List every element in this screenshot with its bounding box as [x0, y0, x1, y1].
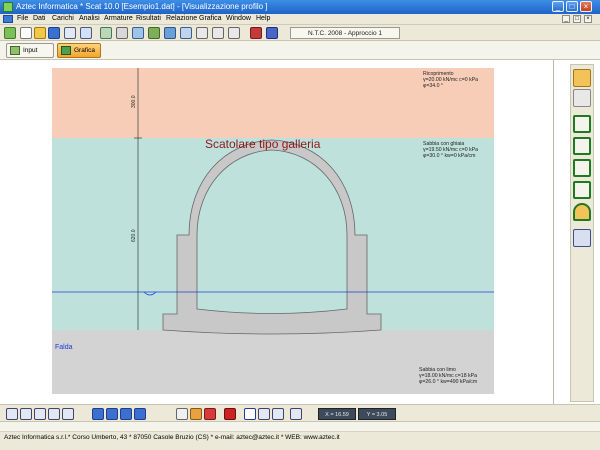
frame-icon[interactable] — [132, 27, 144, 39]
save-icon[interactable] — [48, 27, 60, 39]
status-text: Aztec Informatica s.r.l.* Corso Umberto,… — [4, 434, 340, 441]
report-icon[interactable] — [228, 27, 240, 39]
new-file-icon[interactable] — [20, 27, 32, 39]
zoom-all-icon[interactable] — [48, 408, 60, 420]
bottom-toolbar: X = 16.59 Y = 3.05 — [0, 404, 600, 422]
colors-icon[interactable] — [204, 408, 216, 420]
maximize-button[interactable]: □ — [566, 1, 578, 12]
menu-analisi[interactable]: Analisi — [79, 15, 100, 22]
child-minimize-button[interactable]: _ — [562, 15, 570, 23]
layer-params: φ=30.0 ° kw=0 kPa/cm — [423, 153, 476, 159]
zoom-out-icon[interactable] — [20, 408, 32, 420]
menu-help[interactable]: Help — [256, 15, 270, 22]
search-icon[interactable] — [80, 27, 92, 39]
child-close-button[interactable]: × — [584, 15, 592, 23]
tunnel-shape-icon[interactable] — [573, 203, 591, 221]
mesh-icon[interactable] — [196, 27, 208, 39]
section-a-icon[interactable] — [573, 115, 591, 133]
tab-grafica[interactable]: Grafica — [57, 43, 101, 58]
chart-icon — [61, 46, 71, 55]
window-title: Aztec Informatica * Scat 10.0 [Esempio1.… — [16, 2, 268, 11]
tab-strip: Input grafico Grafica — [0, 41, 600, 67]
pan-up-icon[interactable] — [120, 408, 132, 420]
section-c-icon[interactable] — [573, 159, 591, 177]
measure-icon[interactable] — [258, 408, 270, 420]
menu-bar: File Dati Carichi Analisi Armature Risul… — [0, 14, 600, 25]
hatch-icon[interactable] — [272, 408, 284, 420]
status-panel — [0, 422, 600, 432]
load-icon[interactable] — [180, 27, 192, 39]
text-icon[interactable] — [244, 408, 256, 420]
layer-params: φ=26.0 ° kw=490 kPa/cm — [419, 379, 478, 385]
drawing-canvas[interactable]: Scatolare tipo galleria Falda 300.0 620.… — [0, 60, 554, 404]
menu-grafica[interactable]: Grafica — [199, 15, 222, 22]
tab-input-grafico[interactable]: Input grafico — [6, 43, 54, 67]
layer-params: φ=34.0 ° — [423, 83, 444, 89]
open-file-icon[interactable] — [34, 27, 46, 39]
menu-carichi[interactable]: Carichi — [52, 15, 74, 22]
child-restore-button[interactable]: □ — [573, 15, 581, 23]
copy-icon[interactable] — [176, 408, 188, 420]
section-icon[interactable] — [148, 27, 160, 39]
section-d-icon[interactable] — [573, 181, 591, 199]
pan-right-icon[interactable] — [106, 408, 118, 420]
menu-file[interactable]: File — [17, 15, 28, 22]
wall-icon[interactable] — [164, 27, 176, 39]
dimension-label-upper: 300.0 — [131, 95, 137, 108]
document-icon[interactable] — [3, 15, 13, 23]
zoom-in-icon[interactable] — [6, 408, 18, 420]
table-icon[interactable] — [64, 27, 76, 39]
frame-structure-icon[interactable] — [573, 89, 591, 107]
pan-left-icon[interactable] — [92, 408, 104, 420]
close-button[interactable]: × — [580, 1, 592, 12]
x-coordinate-display: X = 16.59 — [318, 408, 356, 420]
profile-drawing[interactable] — [0, 60, 554, 404]
minimize-button[interactable]: _ — [552, 1, 564, 12]
cls-icon[interactable] — [573, 229, 591, 247]
section-b-icon[interactable] — [573, 137, 591, 155]
zoom-window-icon[interactable] — [34, 408, 46, 420]
water-table-label: Falda — [55, 344, 73, 351]
layer-sabbia-ghiaia — [52, 138, 494, 330]
doc-icon[interactable] — [250, 27, 262, 39]
menu-armature[interactable]: Armature — [104, 15, 133, 22]
profile-icon[interactable] — [573, 69, 591, 87]
layer-label-ricoprimento: Ricoprimento γ=20.00 kN/mc c=0 kPa φ=34.… — [423, 71, 478, 89]
status-bar: Aztec Informatica s.r.l.* Corso Umberto,… — [0, 422, 600, 450]
app-icon — [3, 2, 13, 12]
layer-label-sabbia-limo: Sabbia con limo γ=18.00 kN/mc c=18 kPa φ… — [419, 367, 477, 385]
diagram-title: Scatolare tipo galleria — [205, 137, 321, 151]
app-icon[interactable] — [4, 27, 16, 39]
menu-risultati[interactable]: Risultati — [136, 15, 161, 22]
zoom-fit-icon[interactable] — [62, 408, 74, 420]
print-icon[interactable] — [116, 27, 128, 39]
normative-icon[interactable] — [266, 27, 278, 39]
grid-icon[interactable] — [100, 27, 112, 39]
stop-icon[interactable] — [224, 408, 236, 420]
palette-icon[interactable] — [190, 408, 202, 420]
normative-selector[interactable]: N.T.C. 2008 - Approccio 1 — [290, 27, 400, 39]
title-bar: Aztec Informatica * Scat 10.0 [Esempio1.… — [0, 0, 600, 14]
dimension-label-lower: 620.0 — [131, 229, 137, 242]
layer-label-sabbia-ghiaia: Sabbia con ghiaia γ=19.50 kN/mc c=0 kPa … — [423, 141, 478, 159]
right-toolbar — [570, 64, 594, 402]
y-coordinate-display: Y = 3.05 — [358, 408, 396, 420]
pointer-icon[interactable] — [290, 408, 302, 420]
menu-relazione[interactable]: Relazione — [166, 15, 197, 22]
menu-dati[interactable]: Dati — [33, 15, 45, 22]
pan-down-icon[interactable] — [134, 408, 146, 420]
chart-icon[interactable] — [212, 27, 224, 39]
tab-label: Grafica — [74, 47, 95, 54]
input-icon — [10, 46, 20, 55]
menu-window[interactable]: Window — [226, 15, 251, 22]
